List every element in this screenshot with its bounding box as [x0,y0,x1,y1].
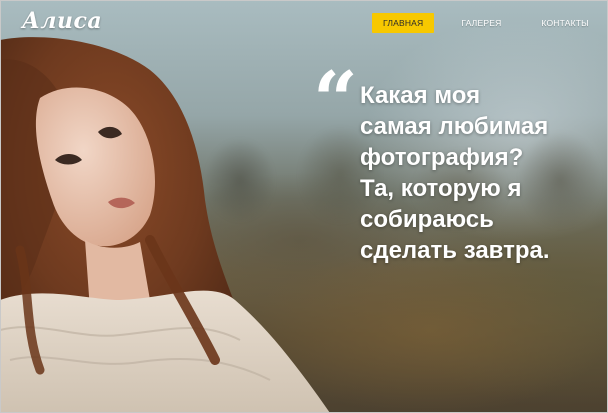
quote-line: сделать завтра. [360,237,550,264]
hero-section: Алиса ГЛАВНАЯ ГАЛЕРЕЯ КОНТАКТЫ “ Какая м… [0,0,608,413]
nav-item-home[interactable]: ГЛАВНАЯ [372,13,435,33]
nav-item-contacts[interactable]: КОНТАКТЫ [532,13,597,33]
main-nav: ГЛАВНАЯ ГАЛЕРЕЯ КОНТАКТЫ [372,13,598,33]
hero-quote: Какая моя самая любимая фотография? Та, … [360,80,600,266]
nav-item-gallery[interactable]: ГАЛЕРЕЯ [452,13,510,33]
quote-line: самая любимая [360,113,549,140]
quote-line: Та, которую я [360,175,522,202]
quote-line: собираюсь [360,206,494,233]
quote-line: Какая моя [360,82,481,109]
site-logo[interactable]: Алиса [22,8,102,34]
quote-line: фотография? [360,144,524,171]
quote-icon: “ [313,55,358,146]
